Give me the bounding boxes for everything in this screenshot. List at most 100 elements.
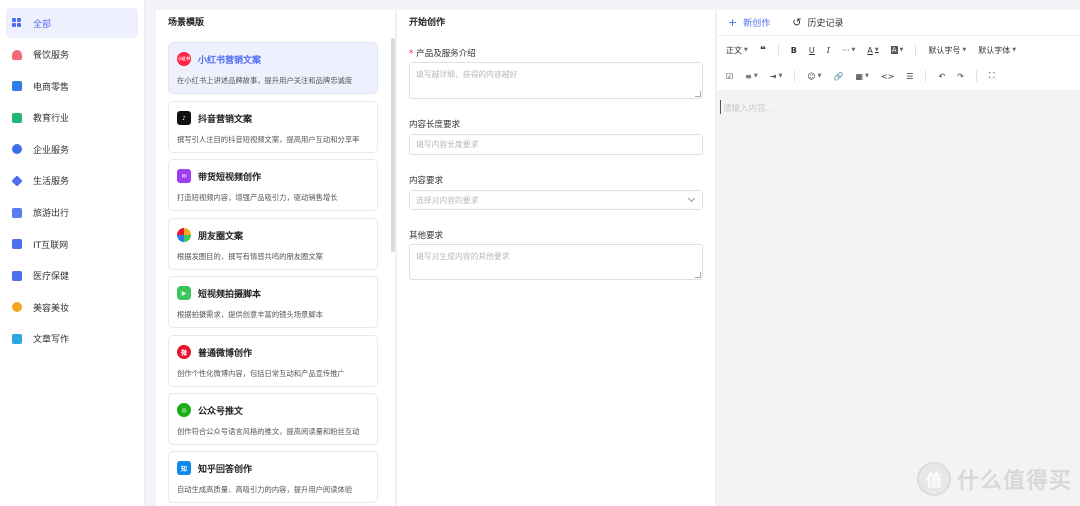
emoji-icon[interactable]: ☺ ▼ — [807, 72, 821, 81]
field-label-requirement: 内容要求 — [409, 176, 444, 186]
chart-icon — [12, 207, 22, 218]
required-mark: * — [409, 49, 414, 59]
scene-card-douyin[interactable]: ♪ 抖音营销文案 撰写引人注目的抖音短视频文案，提高用户互动和分享率 — [168, 101, 378, 153]
sidebar-item-beauty[interactable]: 美容美妆 — [6, 292, 138, 322]
more-icon[interactable]: ··· ▼ — [842, 46, 856, 55]
editor-content-area[interactable]: 请输入内容... — [717, 90, 1080, 506]
resize-handle[interactable] — [695, 91, 701, 97]
sidebar-item-it[interactable]: IT互联网 — [6, 229, 138, 259]
panel-title: 开始创作 — [409, 18, 446, 28]
sidebar-item-label: 美容美妆 — [33, 303, 70, 314]
sidebar-item-travel[interactable]: 旅游出行 — [6, 198, 138, 228]
new-creation-tab[interactable]: + 新创作 — [728, 16, 770, 29]
sidebar-item-catering[interactable]: 餐饮服务 — [6, 40, 138, 70]
checkbox-list-icon[interactable]: ☑ — [726, 72, 733, 81]
scrollbar[interactable] — [391, 38, 395, 252]
undo-icon[interactable]: ↶ — [938, 72, 945, 81]
douyin-icon: ♪ — [177, 111, 191, 125]
caret-down-icon: ▼ — [962, 47, 967, 53]
code-icon[interactable]: <> — [881, 72, 894, 81]
product-intro-textarea[interactable]: 填写越详细，获得的内容越好 — [409, 62, 703, 99]
card-desc: 打造短视频内容，增强产品吸引力，驱动销售增长 — [177, 193, 338, 202]
resize-handle[interactable] — [695, 272, 701, 278]
font-family-dropdown[interactable]: 默认字体 ▼ — [978, 45, 1016, 56]
editor-panel: + 新创作 ↺ 历史记录 正文 ▼ ❝ B U I ··· ▼ A ▼ A ▼ 默认字号… — [717, 10, 1080, 506]
grid-icon — [12, 18, 22, 28]
font-family-label: 默认字体 — [978, 45, 1011, 55]
sidebar: 全部 餐饮服务 电商零售 教育行业 企业服务 生活服务 旅游出行 IT互联网 医… — [0, 0, 145, 506]
scene-card-moments[interactable]: 朋友圈文案 根据发圈目的，撰写有情感共鸣的朋友圈文案 — [168, 218, 378, 270]
create-form-panel: 开始创作 * 产品及服务介绍 填写越详细，获得的内容越好 内容长度要求 填写内容长… — [397, 10, 716, 506]
video-camera-icon: ▶ — [177, 286, 191, 300]
wechat-official-icon: ◎ — [177, 403, 191, 417]
card-desc: 根据拍摄需求，提供创意丰富的镜头场景脚本 — [177, 310, 323, 319]
sidebar-item-label: 电商零售 — [33, 82, 70, 93]
quote-icon[interactable]: ❝ — [760, 45, 766, 56]
requirement-select[interactable]: 选择对内容的要求 — [409, 190, 703, 210]
scene-card-weibo[interactable]: 微 普通微博创作 创作个性化微博内容，包括日常互动和产品宣传推广 — [168, 335, 378, 387]
divider — [975, 70, 977, 82]
field-label-length: 内容长度要求 — [409, 120, 461, 130]
other-requirement-textarea[interactable]: 填写对生成内容的其他要求 — [409, 244, 703, 280]
scene-card-video-script[interactable]: ▶ 短视频拍摄脚本 根据拍摄需求，提供创意丰富的镜头场景脚本 — [168, 276, 378, 328]
paragraph-style-dropdown[interactable]: 正文 ▼ — [726, 45, 748, 56]
placeholder: 填写对生成内容的其他要求 — [416, 252, 510, 261]
sidebar-item-writing[interactable]: 文章写作 — [6, 324, 138, 354]
sidebar-item-enterprise[interactable]: 企业服务 — [6, 134, 138, 164]
sidebar-item-ecommerce[interactable]: 电商零售 — [6, 71, 138, 101]
divider-line-icon[interactable]: ☰ — [906, 72, 913, 81]
sidebar-item-life[interactable]: 生活服务 — [6, 166, 138, 196]
sidebar-item-education[interactable]: 教育行业 — [6, 103, 138, 133]
sidebar-item-label: 餐饮服务 — [33, 51, 70, 62]
history-tab[interactable]: ↺ 历史记录 — [792, 16, 843, 29]
sidebar-item-label: 旅游出行 — [33, 209, 70, 220]
card-title: 公众号推文 — [198, 406, 244, 417]
card-title: 带货短视频创作 — [198, 172, 262, 183]
redo-icon[interactable]: ↷ — [957, 72, 964, 81]
sidebar-item-label: 企业服务 — [33, 145, 70, 156]
pen-icon — [11, 175, 23, 187]
xiaohongshu-icon: 小红书 — [177, 52, 191, 66]
sidebar-item-medical[interactable]: 医疗保健 — [6, 261, 138, 291]
card-desc: 创作符合公众号语言风格的推文，提高阅读量和粉丝互动 — [177, 427, 360, 436]
link-icon[interactable]: 🔗 — [834, 72, 844, 81]
length-input[interactable]: 填写内容长度要求 — [409, 134, 703, 155]
edit-icon — [12, 333, 22, 344]
card-desc: 自动生成高质量、高吸引力的内容，提升用户阅读体验 — [177, 485, 353, 494]
font-size-dropdown[interactable]: 默认字号 ▼ — [928, 45, 966, 56]
history-icon: ↺ — [792, 16, 802, 29]
italic-icon[interactable]: I — [827, 46, 830, 55]
mail-icon: ✉ — [177, 169, 191, 183]
card-desc: 在小红书上讲述品牌故事，提升用户关注和品牌忠诚度 — [177, 76, 353, 85]
placeholder: 填写越详细，获得的内容越好 — [416, 70, 518, 79]
fullscreen-icon[interactable]: ⛶ — [989, 71, 995, 81]
scene-card-live-video[interactable]: ✉ 带货短视频创作 打造短视频内容，增强产品吸引力，驱动销售增长 — [168, 159, 378, 211]
table-icon[interactable]: ▦ ▼ — [855, 72, 868, 81]
indent-icon[interactable]: ⇥ ▼ — [770, 72, 783, 81]
sidebar-item-label: 生活服务 — [33, 177, 70, 188]
sidebar-item-label: 教育行业 — [33, 114, 70, 125]
watermark-text: 什么值得买 — [956, 469, 1072, 494]
align-icon[interactable]: ≡ ▼ — [745, 72, 758, 81]
editor-toolbar-row-2: ☑ ≡ ▼ ⇥ ▼ ☺ ▼ 🔗 ▦ ▼ <> ☰ ↶ ↷ ⛶ — [717, 63, 1080, 89]
scene-card-official-account[interactable]: ◎ 公众号推文 创作符合公众号语言风格的推文，提高阅读量和粉丝互动 — [168, 393, 378, 445]
field-label-other: 其他要求 — [409, 231, 444, 241]
underline-icon[interactable]: U — [809, 46, 815, 55]
sidebar-item-all[interactable]: 全部 — [6, 8, 138, 38]
card-desc: 撰写引人注目的抖音短视频文案，提高用户互动和分享率 — [177, 135, 360, 144]
watermark-logo-icon: 值 — [916, 462, 951, 496]
top-strip — [145, 0, 1080, 10]
zhihu-icon: 知 — [177, 461, 191, 475]
bold-icon[interactable]: B — [791, 46, 797, 55]
shop-icon — [12, 81, 22, 92]
sidebar-item-label: 全部 — [33, 19, 52, 30]
background-color-icon[interactable]: A ▼ — [890, 46, 903, 54]
document-icon — [12, 239, 22, 250]
card-title: 抖音营销文案 — [198, 114, 253, 125]
scene-card-zhihu[interactable]: 知 知乎回答创作 自动生成高质量、高吸引力的内容，提升用户阅读体验 — [168, 451, 378, 503]
smile-icon — [12, 302, 22, 313]
scene-card-xiaohongshu[interactable]: 小红书 小红书营销文案 在小红书上讲述品牌故事，提升用户关注和品牌忠诚度 — [168, 42, 378, 94]
font-color-icon[interactable]: A ▼ — [867, 46, 878, 55]
card-desc: 创作个性化微博内容，包括日常互动和产品宣传推广 — [177, 369, 345, 378]
sidebar-item-label: 医疗保健 — [33, 272, 70, 283]
